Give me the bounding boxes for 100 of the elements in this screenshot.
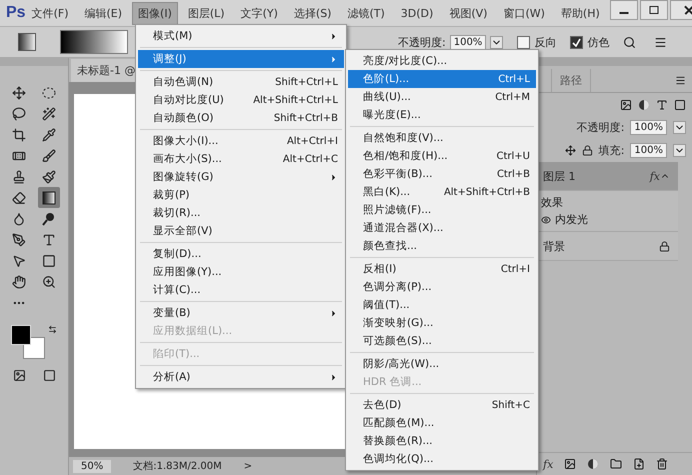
menu-option[interactable]: 可选颜色(S)... (348, 332, 536, 350)
fill-label: 填充: (598, 143, 624, 158)
opacity-label: 不透明度: (576, 120, 624, 135)
gradient-icon[interactable] (38, 187, 60, 208)
image-filter-icon[interactable] (620, 98, 632, 110)
menu-option[interactable]: 色调均化(Q)... (348, 450, 536, 468)
menu-option[interactable]: 色相/饱和度(H)... Ctrl+U (348, 147, 536, 165)
opacity-field[interactable]: 100% (450, 34, 486, 50)
menu-option[interactable]: 色调分离(P)... (348, 278, 536, 296)
menu-option[interactable]: 亮度/对比度(C)... (348, 52, 536, 70)
menu-option[interactable]: 自动对比度(U) Alt+Shift+Ctrl+L (138, 91, 344, 109)
new-layer-icon[interactable] (633, 458, 646, 470)
menu-option[interactable]: 模式(M) (138, 27, 344, 45)
fill-field[interactable]: 100% (630, 143, 667, 158)
menu-item[interactable]: 窗口(W) (497, 2, 551, 24)
menu-option[interactable]: 计算(C)... (138, 281, 344, 299)
menu-item[interactable]: 选择(S) (288, 2, 338, 24)
layer-name: 背景 (543, 238, 566, 254)
checkbox[interactable] (517, 36, 530, 48)
menu-option[interactable]: 匹配颜色(M)... (348, 414, 536, 432)
workspace-icon[interactable] (654, 36, 668, 48)
move-icon[interactable] (564, 145, 576, 156)
app-logo: Ps (6, 4, 26, 22)
folder-icon[interactable] (610, 458, 622, 470)
add-style-button[interactable]: fx (543, 458, 554, 470)
menu-option[interactable]: 复制(D)... (138, 245, 344, 263)
dropdown-caret-icon[interactable] (673, 121, 686, 134)
submenu-arrow-icon (329, 372, 338, 382)
menu-option[interactable]: 照片滤镜(F)... (348, 201, 536, 219)
menu-option[interactable]: 图像旋转(G) (138, 168, 344, 186)
menu-item[interactable]: 视图(V) (443, 2, 494, 24)
dropdown-caret-icon[interactable] (490, 36, 504, 48)
menu-option[interactable]: 去色(D) Shift+C (348, 396, 536, 414)
submenu-arrow-icon (329, 308, 338, 318)
color-swatches-drawing[interactable] (11, 325, 45, 359)
layer-row[interactable]: 图层 1 fx (537, 162, 678, 191)
maximize-button[interactable] (640, 0, 668, 20)
half-circle-icon[interactable] (587, 458, 600, 470)
menu-option[interactable]: 应用图像(Y)... (138, 263, 344, 281)
menu-option[interactable]: 渐变映射(G)... (348, 314, 536, 332)
menu-option[interactable]: 色彩平衡(B)... Ctrl+B (348, 165, 536, 183)
menu-item[interactable]: 文件(F) (26, 2, 74, 24)
menu-option[interactable]: 反相(I) Ctrl+I (348, 260, 536, 278)
menu-item[interactable]: 图层(L) (182, 2, 231, 24)
menu-option[interactable]: 显示全部(V) (138, 222, 344, 240)
transform-icon[interactable] (674, 98, 686, 110)
menu-item[interactable]: 文字(Y) (234, 2, 284, 24)
menu-option[interactable]: 裁切(R)... (138, 204, 344, 222)
lock-icon (659, 240, 670, 252)
checkbox[interactable] (570, 36, 584, 48)
menu-option[interactable]: 调整(J) (138, 50, 344, 68)
layer-row[interactable]: 背景 (537, 232, 678, 261)
menu-item[interactable]: 图像(I) (132, 2, 178, 24)
menu-item[interactable]: 滤镜(T) (341, 2, 391, 24)
menu-option[interactable]: 色阶(L)... Ctrl+L (348, 70, 536, 88)
submenu-arrow-icon (329, 54, 338, 64)
document-info: 文档:1.83M/2.00M (133, 460, 222, 473)
tool-preset-icon[interactable] (18, 33, 36, 51)
menu-option[interactable]: 裁剪(P) (138, 186, 344, 204)
menu-option[interactable]: 分析(A) (138, 368, 344, 386)
panel-tab[interactable]: 路径 (551, 69, 591, 92)
effect-name: 内发光 (555, 212, 588, 228)
menu-option[interactable]: 颜色查找... (348, 237, 536, 255)
menu-option[interactable]: 黑白(K)... Alt+Shift+Ctrl+B (348, 183, 536, 201)
checkbox-label: 反向 (534, 34, 556, 50)
zoom-field[interactable]: 50% (73, 460, 112, 472)
menu-item[interactable]: 编辑(E) (78, 2, 128, 24)
menu-option[interactable]: 替换颜色(R)... (348, 432, 536, 450)
menu-option[interactable]: 变量(B) (138, 304, 344, 322)
minimize-button[interactable] (610, 0, 638, 20)
dropdown-caret-icon[interactable] (673, 144, 686, 157)
eye-icon[interactable] (541, 214, 551, 224)
menu-option[interactable]: 阴影/高光(W)... (348, 355, 536, 373)
menu-option[interactable]: 画布大小(S)... Alt+Ctrl+C (138, 150, 344, 168)
menu-option[interactable]: 通道混合器(X)... (348, 219, 536, 237)
menu-option[interactable]: 曝光度(E)... (348, 106, 536, 124)
search-icon[interactable] (623, 36, 636, 48)
opacity-field[interactable]: 100% (630, 120, 667, 135)
layer-name: 图层 1 (543, 168, 576, 184)
effects-label: 效果 (541, 195, 564, 211)
panel-menu-icon[interactable] (675, 75, 686, 86)
opacity-label: 不透明度: (398, 34, 446, 50)
menu-option[interactable]: 阈值(T)... (348, 296, 536, 314)
menu-item[interactable]: 3D(D) (394, 2, 440, 24)
type-filter-icon[interactable] (656, 98, 668, 110)
menu-option[interactable]: 图像大小(I)... Alt+Ctrl+I (138, 132, 344, 150)
menu-option[interactable]: 自然饱和度(V)... (348, 129, 536, 147)
status-arrow[interactable]: > (244, 460, 252, 472)
trash-icon[interactable] (656, 458, 668, 470)
lock-icon[interactable] (582, 145, 593, 156)
checkbox-label: 仿色 (587, 34, 610, 50)
half-circle-icon[interactable] (638, 98, 650, 110)
submenu-arrow-icon (329, 32, 338, 40)
swap-colors-icon[interactable] (48, 325, 57, 334)
menu-option[interactable]: 自动颜色(O) Shift+Ctrl+B (138, 109, 344, 127)
menu-item[interactable]: 帮助(H) (554, 2, 606, 24)
mask-icon[interactable] (564, 458, 576, 470)
submenu-arrow-icon (329, 172, 338, 182)
menu-option[interactable]: 曲线(U)... Ctrl+M (348, 88, 536, 106)
gradient-swatch[interactable] (60, 30, 128, 54)
